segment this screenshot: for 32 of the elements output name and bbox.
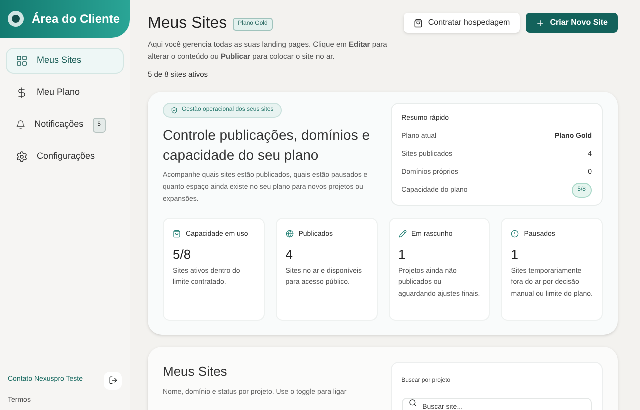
pencil-icon — [398, 230, 406, 238]
brand-title: Área do Cliente — [32, 11, 120, 28]
grid-icon — [16, 55, 28, 67]
bag-icon — [173, 230, 181, 238]
alert-circle-icon — [511, 230, 520, 238]
nav-label: Meu Plano — [37, 86, 80, 100]
logout-icon — [108, 376, 118, 385]
stat-value: 4 — [286, 246, 294, 264]
hire-hosting-button[interactable]: Contratar hospedagem — [404, 13, 520, 33]
nav-item[interactable]: Meu Plano — [6, 80, 124, 106]
search-icon — [408, 399, 417, 408]
sites-title: Meus Sites — [163, 363, 228, 382]
dollar-icon — [16, 87, 28, 99]
globe-icon — [286, 230, 294, 238]
nav-label: Notificações — [34, 118, 84, 132]
page-title: Meus Sites — [148, 14, 228, 34]
nav-item[interactable]: Configurações — [6, 144, 124, 170]
logout-button[interactable] — [104, 372, 122, 390]
nav-item[interactable]: Meus Sites — [6, 48, 124, 74]
settings-icon — [16, 151, 28, 163]
create-site-button[interactable]: Criar Novo Site — [526, 13, 618, 33]
bell-icon — [16, 119, 26, 131]
nav-label: Meus Sites — [37, 54, 82, 68]
stat-value: 1 — [398, 246, 407, 264]
nav-label: Configurações — [37, 150, 96, 164]
stat-value: 1 — [511, 246, 520, 264]
shield-icon — [171, 107, 178, 114]
logo-icon — [8, 11, 24, 27]
plus-icon — [536, 18, 546, 28]
overview-heading: Controle publicações, domínios e capacidade do seu plano — [163, 126, 372, 166]
stat-value: 5/8 — [173, 246, 192, 264]
bag-icon — [414, 18, 424, 28]
